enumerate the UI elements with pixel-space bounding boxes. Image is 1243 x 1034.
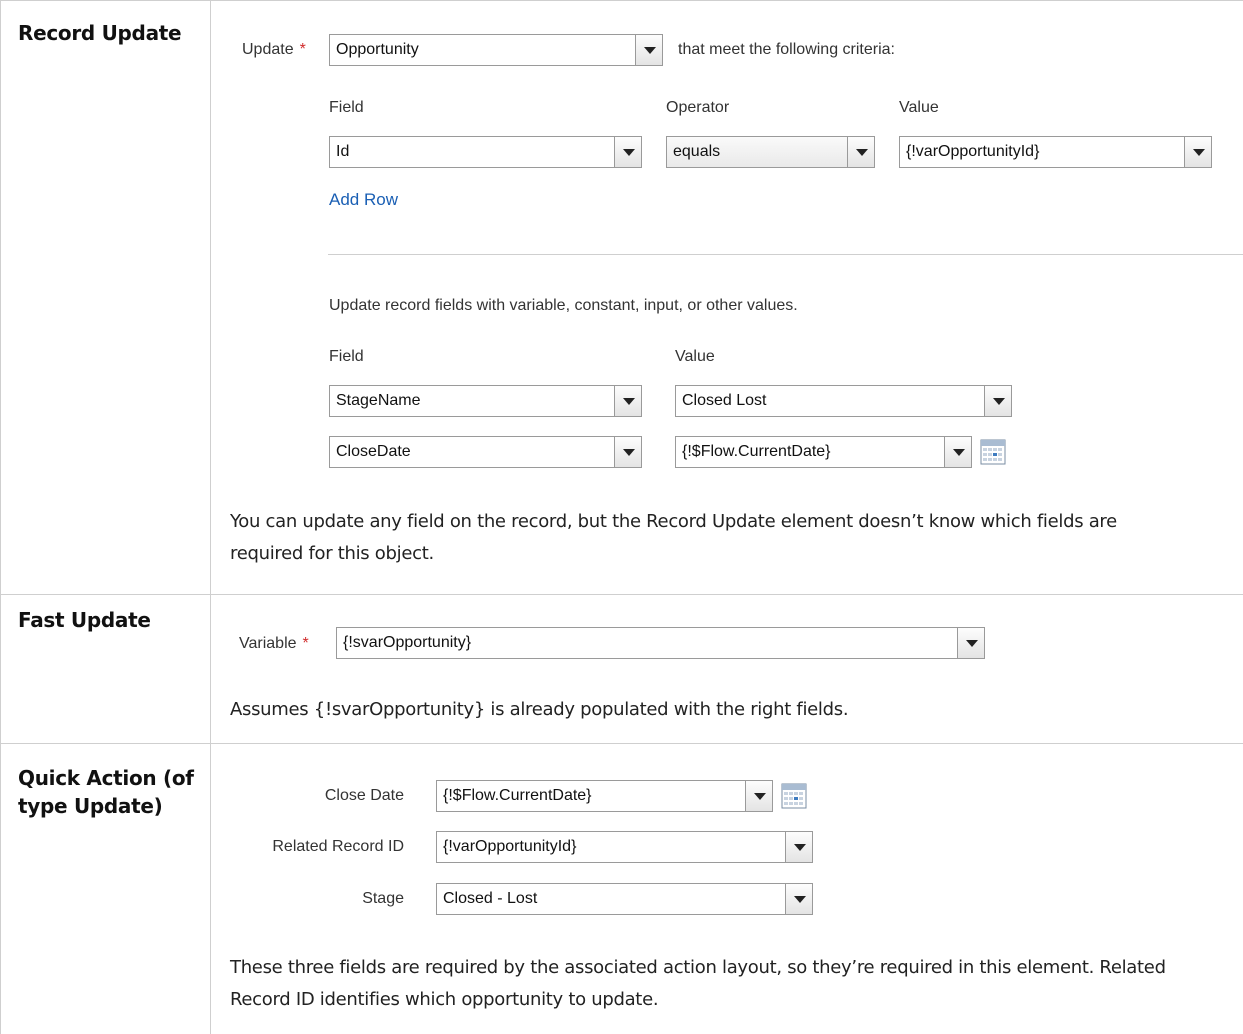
related-record-id-input[interactable]: {!varOpportunityId} [436,831,785,863]
variable-label: Variable * [239,635,309,652]
criteria-text: that meet the following criteria: [678,41,895,58]
assign-field-combo[interactable]: StageName [329,385,642,417]
assign-value-combo[interactable]: Closed Lost [675,385,1012,417]
criteria-field-header: Field [329,99,364,116]
fast-update-note: Assumes {!svarOpportunity} is already po… [230,699,849,720]
criteria-operator-header: Operator [666,99,730,116]
required-marker: * [299,41,306,58]
criteria-value-combo[interactable]: {!varOpportunityId} [899,136,1212,168]
close-date-label: Close Date [324,787,404,804]
chevron-down-icon[interactable] [957,627,985,659]
assign-instructions: Update record fields with variable, cons… [329,297,798,314]
row-divider [0,743,1243,744]
chevron-down-icon[interactable] [635,34,663,66]
update-label: Update * [242,41,306,58]
row-heading-quick-action: Quick Action (of type Update) [18,766,194,818]
chevron-down-icon[interactable] [984,385,1012,417]
criteria-value-input[interactable]: {!varOpportunityId} [899,136,1184,168]
criteria-operator-value[interactable]: equals [666,136,847,168]
criteria-operator-select[interactable]: equals [666,136,875,168]
variable-input[interactable]: {!svarOpportunity} [336,627,957,659]
chevron-down-icon[interactable] [785,831,813,863]
update-object-combo[interactable]: Opportunity [329,34,663,66]
calendar-icon[interactable] [781,783,807,809]
variable-combo[interactable]: {!svarOpportunity} [336,627,985,659]
chevron-down-icon[interactable] [614,436,642,468]
chevron-down-icon[interactable] [1184,136,1212,168]
criteria-field-combo[interactable]: Id [329,136,642,168]
chevron-down-icon[interactable] [614,136,642,168]
assign-value-input[interactable]: {!$Flow.CurrentDate} [675,436,944,468]
assign-value-input[interactable]: Closed Lost [675,385,984,417]
column-divider [210,0,211,1034]
stage-label: Stage [362,890,404,907]
row-divider [0,594,1243,595]
update-object-input[interactable]: Opportunity [329,34,635,66]
quick-action-note: These three fields are required by the a… [230,957,1166,1010]
chevron-down-icon[interactable] [847,136,875,168]
assign-field-input[interactable]: CloseDate [329,436,614,468]
related-record-id-combo[interactable]: {!varOpportunityId} [436,831,813,863]
assign-field-combo[interactable]: CloseDate [329,436,642,468]
stage-combo[interactable]: Closed - Lost [436,883,813,915]
assign-value-header: Value [675,348,715,365]
stage-input[interactable]: Closed - Lost [436,883,785,915]
row-heading-record-update: Record Update [18,21,182,45]
assign-value-combo[interactable]: {!$Flow.CurrentDate} [675,436,972,468]
close-date-input[interactable]: {!$Flow.CurrentDate} [436,780,745,812]
add-row-link[interactable]: Add Row [329,190,398,210]
criteria-field-input[interactable]: Id [329,136,614,168]
chevron-down-icon[interactable] [785,883,813,915]
chevron-down-icon[interactable] [745,780,773,812]
row-heading-fast-update: Fast Update [18,608,151,632]
section-divider [328,254,1243,255]
criteria-value-header: Value [899,99,939,116]
record-update-note: You can update any field on the record, … [230,511,1117,564]
assign-field-header: Field [329,348,364,365]
assign-field-input[interactable]: StageName [329,385,614,417]
chevron-down-icon[interactable] [614,385,642,417]
required-marker: * [302,635,309,652]
close-date-combo[interactable]: {!$Flow.CurrentDate} [436,780,773,812]
related-record-id-label: Related Record ID [272,838,404,855]
calendar-icon[interactable] [980,439,1006,465]
chevron-down-icon[interactable] [944,436,972,468]
